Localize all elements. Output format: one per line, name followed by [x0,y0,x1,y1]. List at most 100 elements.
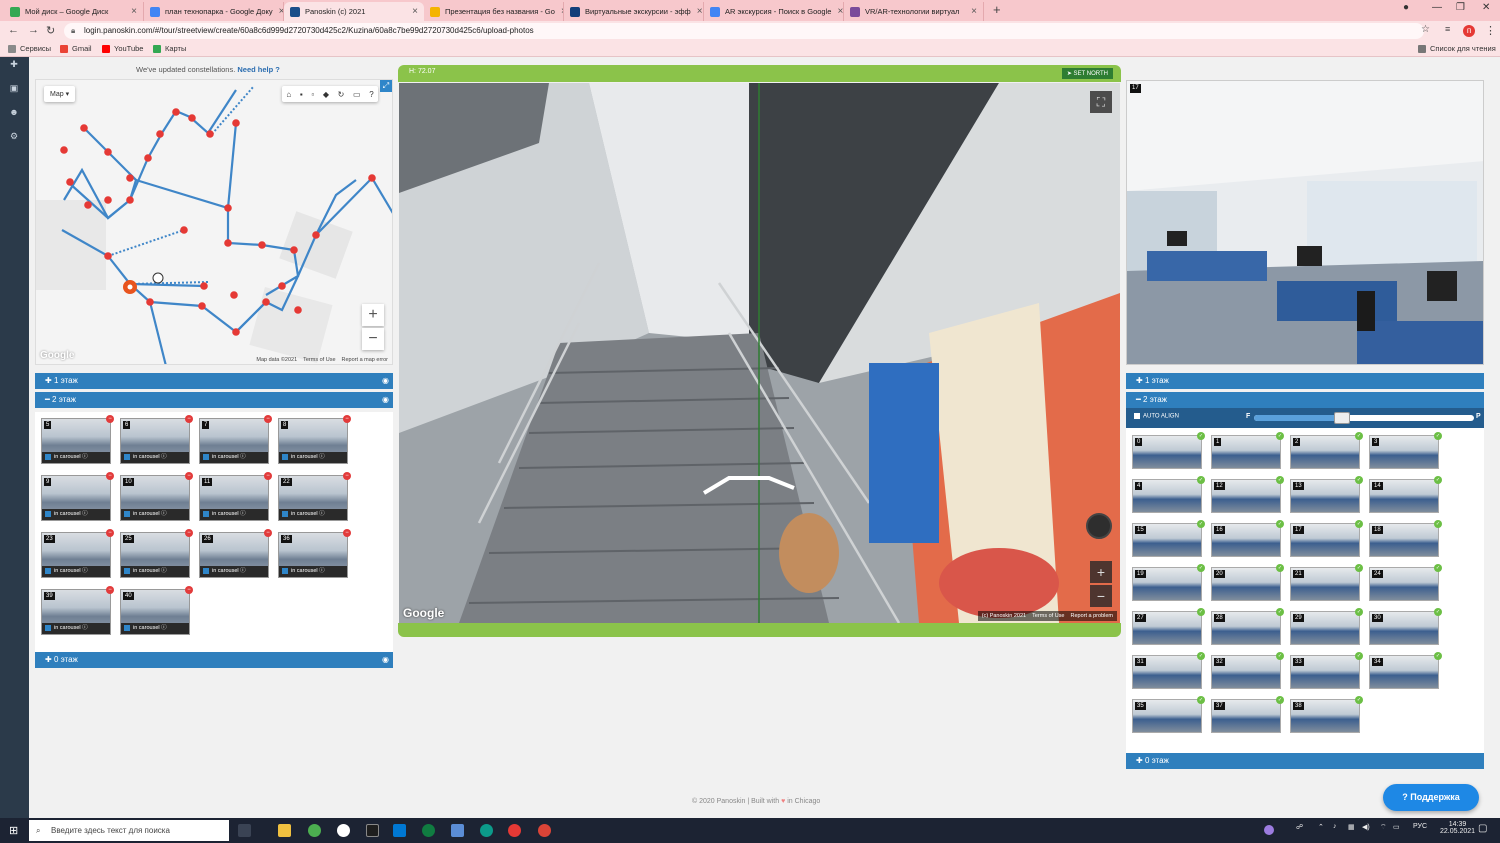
align-thumbnail[interactable]: 37 ✓ [1211,696,1284,733]
close-icon[interactable]: × [831,6,843,17]
align-thumbnail[interactable]: 13 ✓ [1290,476,1363,513]
fullscreen-icon[interactable]: ⛶ [1090,91,1112,113]
reading-list-icon[interactable]: ≡ [1445,24,1450,34]
map-type-select[interactable]: Map ▾ [44,86,76,102]
close-icon[interactable]: × [125,6,137,17]
users-icon[interactable]: ☻ [9,107,19,117]
photo-thumbnail[interactable]: 22 − in carousel ⓘ [278,472,351,521]
align-thumbnail[interactable]: 34 ✓ [1369,652,1442,689]
add-icon[interactable]: ✚ [9,59,19,69]
photo-thumbnail[interactable]: 40 − in carousel ⓘ [120,586,193,635]
unlock-icon[interactable]: ▫ [311,90,314,99]
remove-icon[interactable]: − [343,415,351,423]
refresh-icon[interactable]: ↻ [338,90,345,99]
bookmark-gmail[interactable]: Gmail [60,44,92,53]
remove-icon[interactable]: − [106,415,114,423]
info-icon[interactable]: ⓘ [161,454,167,460]
set-north-button[interactable]: ➤ SET NORTH [1061,68,1113,79]
slider-knob[interactable] [1334,412,1350,424]
info-icon[interactable]: ⓘ [161,625,167,631]
star-icon[interactable]: ☆ [1421,24,1430,35]
remove-icon[interactable]: − [185,472,193,480]
info-icon[interactable]: ⓘ [240,511,246,517]
carousel-toggle[interactable]: in carousel ⓘ [42,623,110,634]
info-icon[interactable]: ⓘ [82,625,88,631]
carousel-toggle[interactable]: in carousel ⓘ [42,509,110,520]
remove-icon[interactable]: − [264,529,272,537]
carousel-toggle[interactable]: in carousel ⓘ [200,509,268,520]
align-thumbnail[interactable]: 29 ✓ [1290,608,1363,645]
wifi-icon[interactable]: ⌔ [1380,823,1387,832]
info-icon[interactable]: ⓘ [82,511,88,517]
auto-align-checkbox[interactable]: AUTO ALIGN [1134,413,1179,420]
align-thumbnail[interactable]: 12 ✓ [1211,476,1284,513]
compass-icon[interactable] [1086,513,1112,539]
help-icon[interactable]: ? [369,90,373,99]
carousel-toggle[interactable]: in carousel ⓘ [121,623,189,634]
map-zoom-in-button[interactable]: + [362,304,384,326]
remove-icon[interactable]: − [185,586,193,594]
photo-thumbnail[interactable]: 6 − in carousel ⓘ [120,415,193,464]
need-help-link[interactable]: Need help ? [237,65,280,74]
app-icon[interactable] [366,824,379,837]
carousel-toggle[interactable]: in carousel ⓘ [42,452,110,463]
align-thumbnail[interactable]: 19 ✓ [1132,564,1205,601]
align-thumbnail[interactable]: 35 ✓ [1132,696,1205,733]
yandex-icon[interactable] [337,824,350,837]
panorama-viewer[interactable]: ⛶ + − Google (c) Panoskin 2021 Terms of … [399,83,1120,623]
info-icon[interactable]: ⓘ [240,568,246,574]
pano-zoom-out-button[interactable]: − [1090,585,1112,607]
mic-icon[interactable]: ♪ [1333,823,1337,830]
photo-thumbnail[interactable]: 10 − in carousel ⓘ [120,472,193,521]
close-icon[interactable]: × [273,6,283,17]
info-icon[interactable]: ⓘ [161,568,167,574]
align-slider[interactable] [1254,412,1474,424]
photo-thumbnail[interactable]: 8 − in carousel ⓘ [278,415,351,464]
bookmark-maps[interactable]: Карты [153,44,186,53]
menu-icon[interactable]: ⋮ [1485,24,1496,37]
monitor-icon[interactable]: ▭ [353,90,361,99]
carousel-toggle[interactable]: in carousel ⓘ [121,566,189,577]
expand-map-icon[interactable]: ⤢ [380,80,392,92]
maximize-icon[interactable]: ❐ [1456,2,1465,13]
map-zoom-out-button[interactable]: − [362,328,384,350]
reload-icon[interactable]: ↻ [46,24,55,37]
align-thumbnail[interactable]: 20 ✓ [1211,564,1284,601]
tag-icon[interactable]: ◆ [323,90,329,99]
tray-app-icon[interactable] [1264,825,1274,835]
browser-tab-active[interactable]: Panoskin (c) 2021 × [284,2,424,21]
browser-tab[interactable]: Презентация без названия - Go× [424,2,564,21]
remove-icon[interactable]: − [185,529,193,537]
align-thumbnail[interactable]: 38 ✓ [1290,696,1363,733]
url-field[interactable]: 🔒︎ login.panoskin.com/#/tour/streetview/c… [64,23,1424,39]
yandex-browser-icon[interactable] [508,824,521,837]
floor-section-0-right[interactable]: ✚ 0 этаж [1126,753,1484,769]
align-thumbnail[interactable]: 31 ✓ [1132,652,1205,689]
taskbar-search[interactable]: ⌕ Введите здесь текст для поиска [29,820,229,841]
close-window-icon[interactable]: ✕ [1482,2,1490,13]
terms-link[interactable]: Terms of Use [1032,613,1064,619]
align-thumbnail[interactable]: 3 ✓ [1369,432,1442,469]
bookmark-youtube[interactable]: YouTube [102,44,143,53]
align-thumbnail[interactable]: 4 ✓ [1132,476,1205,513]
home-icon[interactable]: ⌂ [286,90,291,99]
align-thumbnail[interactable]: 21 ✓ [1290,564,1363,601]
photo-thumbnail[interactable]: 5 − in carousel ⓘ [41,415,114,464]
info-icon[interactable]: ⓘ [240,454,246,460]
photo-thumbnail[interactable]: 9 − in carousel ⓘ [41,472,114,521]
chrome-icon[interactable] [308,824,321,837]
reading-list-button[interactable]: Список для чтения [1418,44,1496,53]
floor-section-0[interactable]: ✚ 0 этаж ◉ [35,652,393,668]
align-thumbnail[interactable]: 18 ✓ [1369,520,1442,557]
info-icon[interactable]: ⓘ [82,568,88,574]
edge-icon[interactable] [480,824,493,837]
align-thumbnail[interactable]: 33 ✓ [1290,652,1363,689]
close-icon[interactable]: × [965,6,977,17]
align-thumbnail[interactable]: 30 ✓ [1369,608,1442,645]
remove-icon[interactable]: − [106,472,114,480]
remove-icon[interactable]: − [343,472,351,480]
remove-icon[interactable]: − [106,586,114,594]
close-icon[interactable]: × [555,6,563,17]
minimize-icon[interactable]: — [1432,2,1442,13]
photo-thumbnail[interactable]: 23 − in carousel ⓘ [41,529,114,578]
